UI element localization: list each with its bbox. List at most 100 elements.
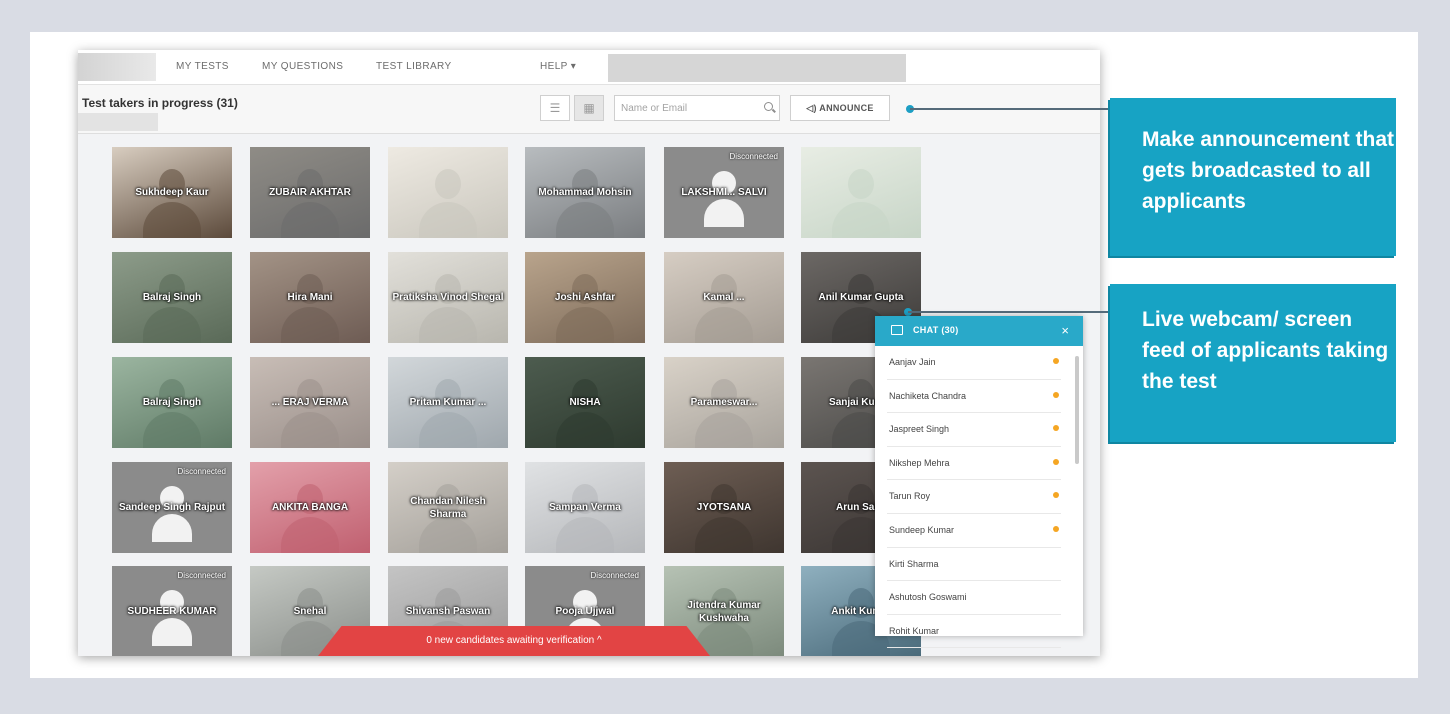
list-view-button[interactable]: ☰ [540,95,570,121]
webcam-tile[interactable]: Balraj Singh [112,357,232,448]
unread-dot-icon [1053,458,1059,465]
chat-list-item[interactable]: Ashutosh Goswami [887,581,1061,615]
tile-candidate-name: Jitendra Kumar Kushwaha [687,599,761,624]
user-avatar-icon [704,171,744,227]
close-icon[interactable]: × [1061,323,1069,338]
grid-icon: ▦ [583,101,595,115]
webcam-person-body [281,412,339,448]
nav-item-my-questions[interactable]: MY QUESTIONS [262,61,343,72]
chat-title: CHAT (30) [913,325,959,335]
webcam-person-body [556,412,614,448]
chat-list-item[interactable]: Jaspreet Singh [887,413,1061,447]
tile-candidate-name: Sampan Verma [549,502,621,513]
webcam-person-body [556,307,614,343]
webcam-tile[interactable]: ... ERAJ VERMA [250,357,370,448]
chat-user-name: Sundeep Kumar [889,524,955,535]
webcam-person-body [419,412,477,448]
callout-announce: Make announcement that gets broadcasted … [1110,98,1396,256]
chat-user-name: Kirti Sharma [889,558,939,569]
webcam-tile[interactable]: Pratiksha Vinod Shegal [388,252,508,343]
webcam-person-body [143,307,201,343]
chat-list-item[interactable]: Nikshep Mehra [887,447,1061,481]
chat-user-name: Jaspreet Singh [889,424,950,435]
chat-user-name: Ashutosh Goswami [889,592,967,603]
webcam-person-head [848,169,874,199]
disconnected-label: Disconnected [729,152,778,161]
verification-bar[interactable]: 0 new candidates awaiting verification ^ [318,626,710,656]
webcam-person-body [143,202,201,238]
nav-placeholder [608,54,906,82]
chat-user-name: Nachiketa Chandra [889,390,967,401]
chat-list-item[interactable]: Tarun Roy [887,480,1061,514]
tile-candidate-name: Parameswar... [690,397,758,408]
chat-header: CHAT (30) × [875,316,1083,346]
webcam-tile[interactable]: Disconnected LAKSHMI... SALVI [664,147,784,238]
webcam-tile[interactable]: Disconnected Sandeep Singh Rajput [112,462,232,553]
chat-list-item[interactable]: Aanjav Jain [887,346,1061,380]
chat-scrollbar[interactable] [1075,356,1079,464]
grid-view-button[interactable]: ▦ [574,95,604,121]
chat-list-item[interactable]: Sundeep Kumar [887,514,1061,548]
tile-candidate-name: ZUBAIR AKHTAR [269,187,351,198]
webcam-tile[interactable]: ANKITA BANGA [250,462,370,553]
unread-dot-icon [1053,358,1059,364]
nav-item-my-tests[interactable]: MY TESTS [176,61,229,72]
logo-placeholder [78,53,156,81]
chat-list-item[interactable]: Kirti Sharma [887,548,1061,582]
webcam-tile[interactable]: Mohammad Mohsin [525,147,645,238]
webcam-person-body [695,517,753,553]
tile-candidate-name: Pooja Ujjwal [555,606,615,617]
webcam-tile[interactable] [388,147,508,238]
chat-panel: CHAT (30) × Aanjav Jain Nachiketa Chandra… [875,316,1083,649]
webcam-person-body [281,202,339,238]
webcam-tile[interactable]: Joshi Ashfar [525,252,645,343]
chat-list-item[interactable]: Rohit Kumar [887,615,1061,649]
tile-candidate-name: SUDHEER KUMAR [127,606,217,617]
title-placeholder [78,113,158,131]
webcam-tile[interactable]: Kamal ... [664,252,784,343]
search-icon[interactable] [764,102,773,111]
chat-list-item[interactable]: Nachiketa Chandra [887,380,1061,414]
webcam-tile[interactable]: NISHA [525,357,645,448]
tile-candidate-name: Kamal ... [703,292,745,303]
webcam-tile[interactable]: Chandan Nilesh Sharma [388,462,508,553]
tile-candidate-name: Sandeep Singh Rajput [118,502,226,513]
tile-candidate-name: Sukhdeep Kaur [135,187,209,198]
search-box [614,95,780,121]
webcam-tile[interactable]: Disconnected SUDHEER KUMAR [112,566,232,656]
chat-user-name: Rohit Kumar [889,625,940,636]
webcam-person-head [435,169,461,199]
webcam-person-body [419,307,477,343]
webcam-tile[interactable]: Parameswar... [664,357,784,448]
webcam-tile[interactable]: Pritam Kumar ... [388,357,508,448]
webcam-tile[interactable]: JYOTSANA [664,462,784,553]
webcam-tile[interactable]: ZUBAIR AKHTAR [250,147,370,238]
user-avatar-icon [152,590,192,646]
unread-dot-icon [1053,425,1059,432]
webcam-person-body [832,202,890,238]
unread-dot-icon [1053,391,1059,398]
search-input[interactable] [615,96,765,120]
disconnected-label: Disconnected [177,467,226,476]
unread-dot-icon [1053,492,1059,499]
callout-connector-feed [908,311,1110,313]
nav-item-test-library[interactable]: TEST LIBRARY [376,61,452,72]
webcam-tile[interactable]: Balraj Singh [112,252,232,343]
webcam-person-body [419,517,477,553]
tile-candidate-name: Mohammad Mohsin [538,187,632,198]
webcam-tile[interactable]: Hira Mani [250,252,370,343]
webcam-tile[interactable]: Sukhdeep Kaur [112,147,232,238]
tile-candidate-name: Pratiksha Vinod Shegal [392,292,504,303]
tile-candidate-name: Balraj Singh [142,397,202,408]
tile-candidate-name: Joshi Ashfar [554,292,616,303]
top-nav: MY TESTS MY QUESTIONS TEST LIBRARY HELP … [78,50,1100,85]
announce-button[interactable]: ◁) ANNOUNCE [790,95,890,121]
webcam-tile[interactable]: Sampan Verma [525,462,645,553]
nav-item-help[interactable]: HELP ▾ [540,61,576,72]
disconnected-label: Disconnected [590,571,639,580]
figure-card: MY TESTS MY QUESTIONS TEST LIBRARY HELP … [30,32,1418,678]
webcam-person-body [695,412,753,448]
chat-user-name: Aanjav Jain [889,357,936,367]
webcam-tile[interactable] [801,147,921,238]
webcam-person-body [143,412,201,448]
